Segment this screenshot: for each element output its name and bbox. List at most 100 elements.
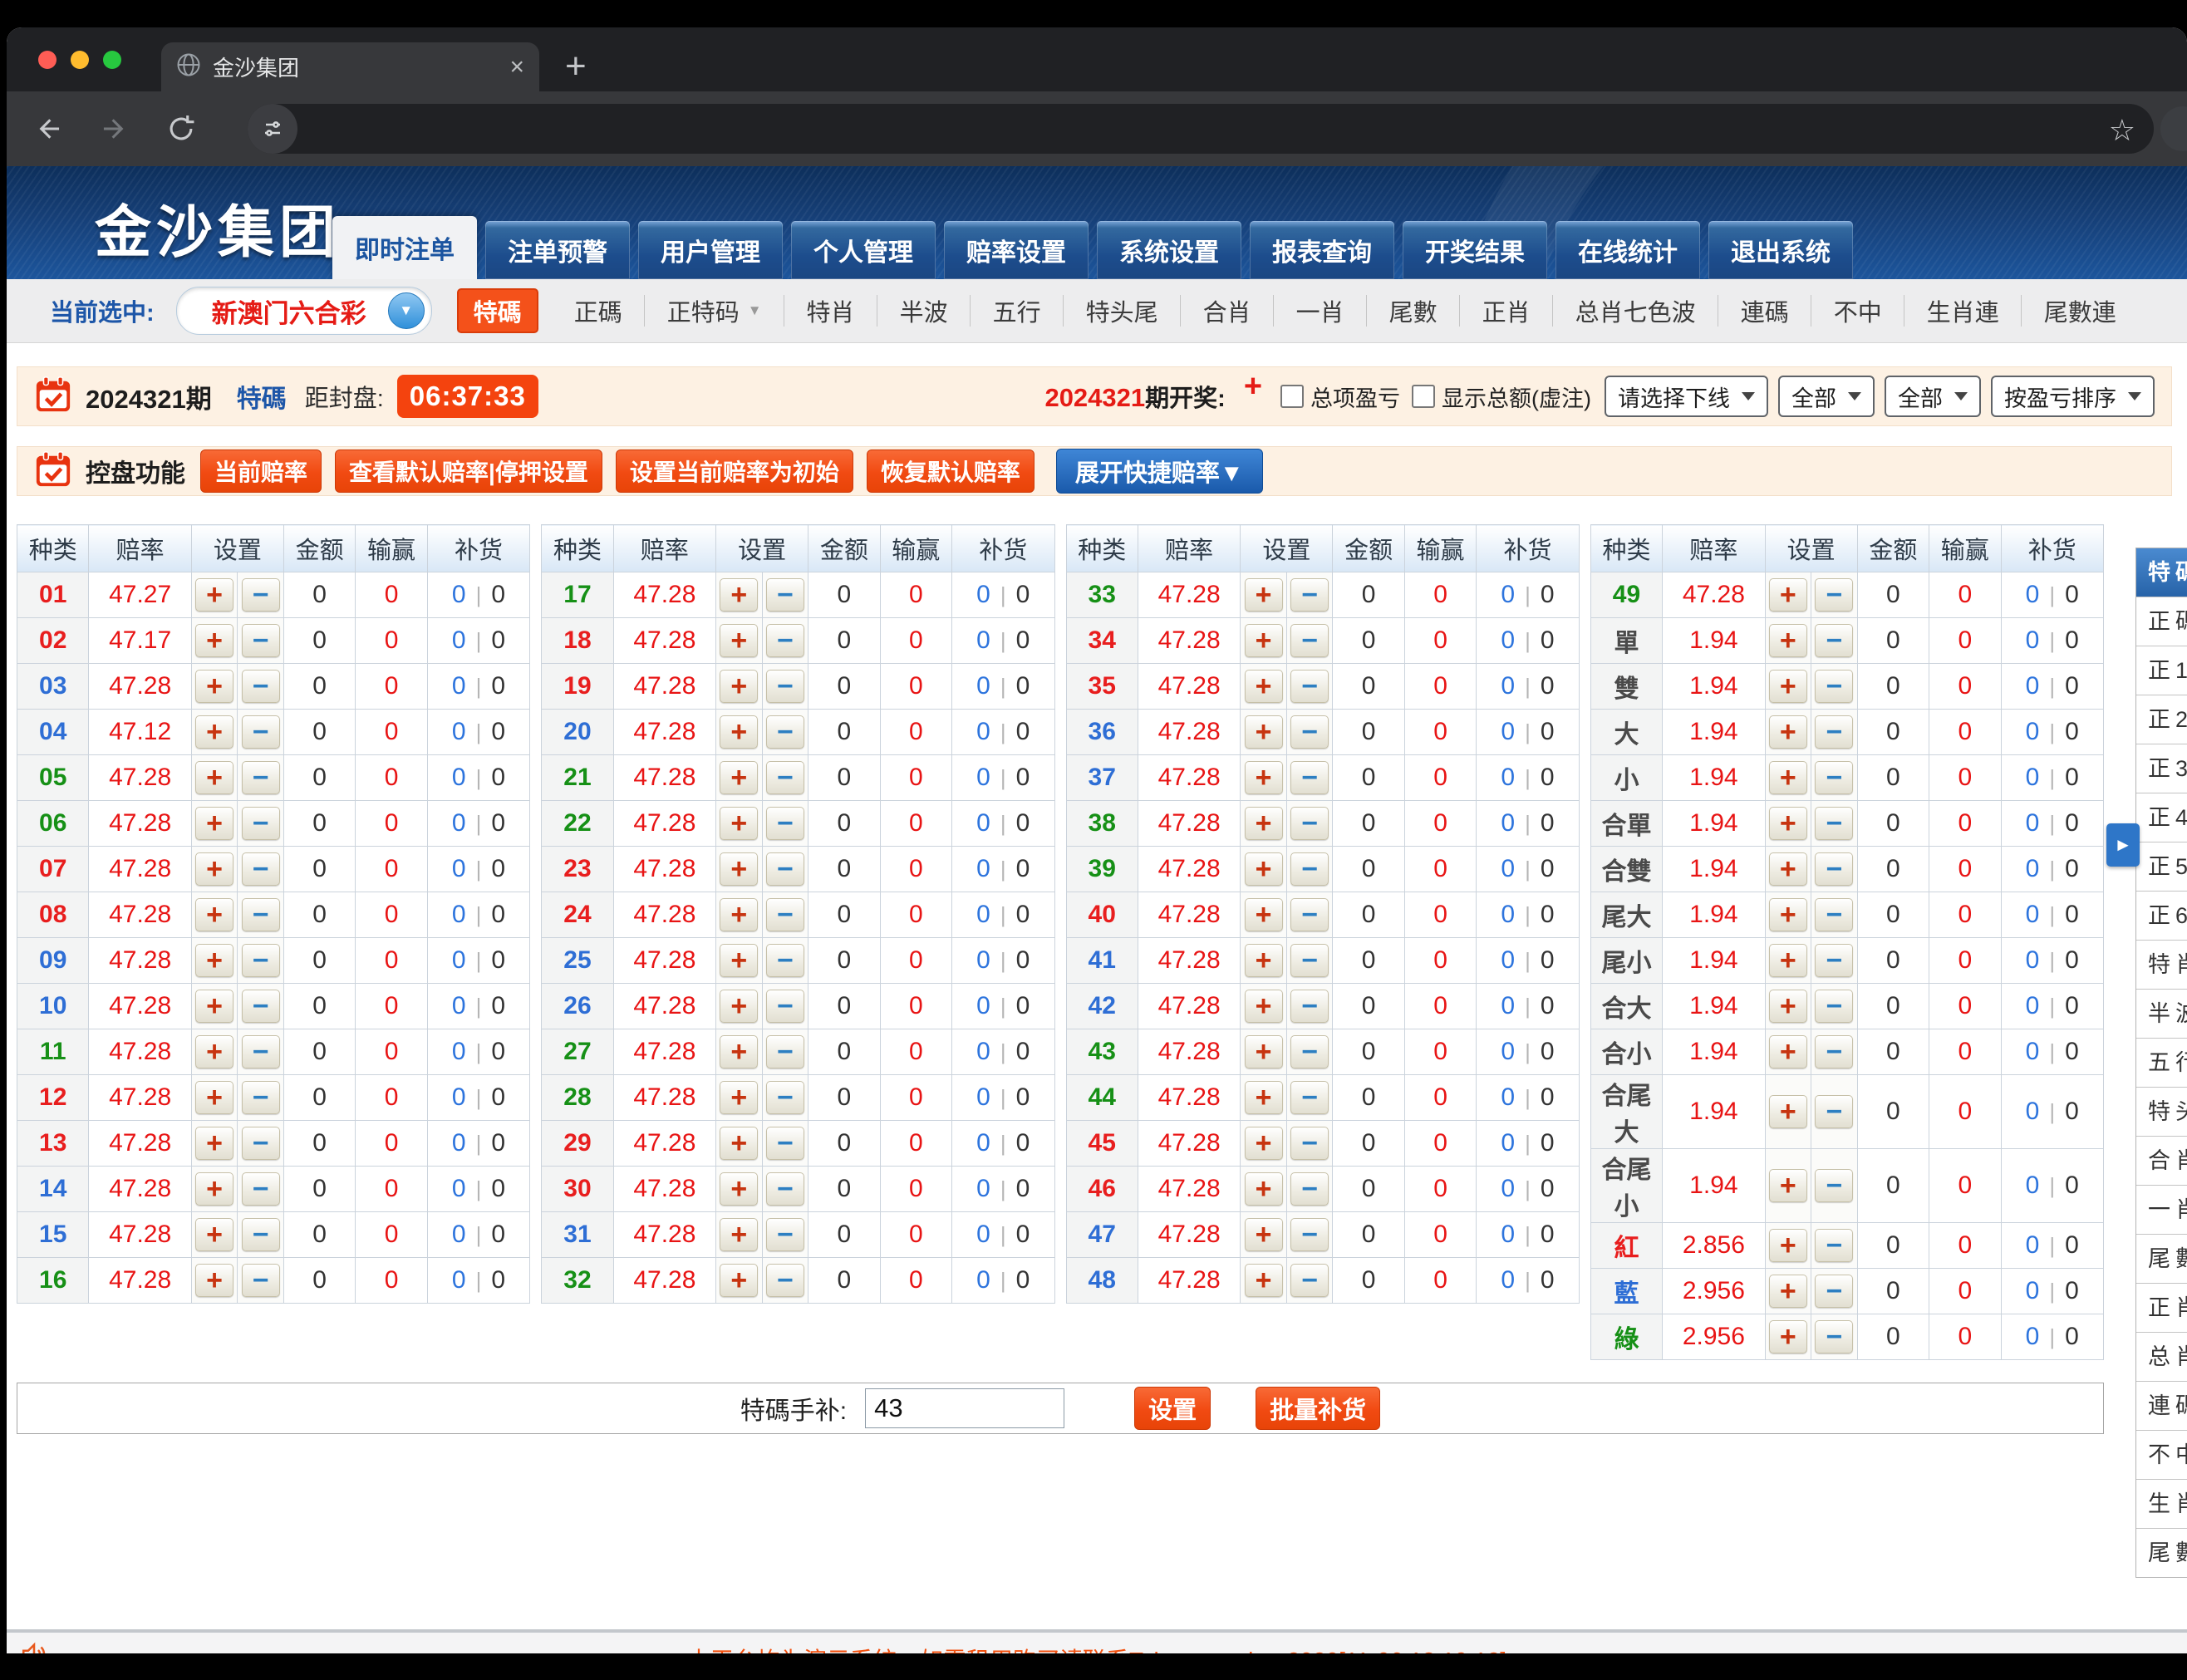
increase-odds-button[interactable]: + (1245, 624, 1283, 657)
decrease-odds-button[interactable]: − (1815, 715, 1853, 749)
decrease-odds-button[interactable]: − (1815, 807, 1853, 840)
decrease-odds-button[interactable]: − (242, 852, 280, 886)
increase-odds-button[interactable]: + (720, 1218, 758, 1251)
decrease-odds-button[interactable]: − (1290, 898, 1329, 931)
sidebar-item-18[interactable]: 不中 (2136, 1431, 2187, 1480)
maximize-window-button[interactable] (103, 51, 121, 69)
back-icon[interactable] (30, 111, 66, 147)
increase-odds-button[interactable]: + (195, 990, 233, 1023)
decrease-odds-button[interactable]: − (1290, 1127, 1329, 1160)
decrease-odds-button[interactable]: − (242, 761, 280, 794)
increase-odds-button[interactable]: + (1769, 715, 1807, 749)
sidebar-item-20[interactable]: 尾數連 (2136, 1529, 2187, 1577)
decrease-odds-button[interactable]: − (1815, 578, 1853, 612)
decrease-odds-button[interactable]: − (766, 670, 804, 703)
increase-odds-button[interactable]: + (720, 1127, 758, 1160)
game-tab-14[interactable]: 生肖連 (1904, 279, 2022, 342)
increase-odds-button[interactable]: + (1245, 1127, 1283, 1160)
decrease-odds-button[interactable]: − (1290, 1218, 1329, 1251)
increase-odds-button[interactable]: + (1245, 898, 1283, 931)
increase-odds-button[interactable]: + (1769, 1275, 1807, 1308)
increase-odds-button[interactable]: + (1769, 1095, 1807, 1128)
filter-select-0[interactable]: 请选择下线 (1605, 376, 1768, 417)
increase-odds-button[interactable]: + (195, 1081, 233, 1114)
game-tab-7[interactable]: 合肖 (1181, 279, 1274, 342)
increase-odds-button[interactable]: + (195, 1218, 233, 1251)
game-tab-15[interactable]: 尾數連 (2022, 279, 2139, 342)
nav-tab-7[interactable]: 开奖结果 (1403, 221, 1547, 279)
decrease-odds-button[interactable]: − (1815, 1035, 1853, 1068)
decrease-odds-button[interactable]: − (1815, 944, 1853, 977)
decrease-odds-button[interactable]: − (242, 1264, 280, 1297)
control-button-0[interactable]: 当前赔率 (200, 449, 322, 493)
increase-odds-button[interactable]: + (720, 1264, 758, 1297)
increase-odds-button[interactable]: + (720, 624, 758, 657)
game-tab-2[interactable]: 正特码▼ (645, 279, 784, 342)
increase-odds-button[interactable]: + (195, 944, 233, 977)
increase-odds-button[interactable]: + (195, 1172, 233, 1206)
game-tab-9[interactable]: 尾數 (1367, 279, 1460, 342)
increase-odds-button[interactable]: + (1769, 990, 1807, 1023)
set-button[interactable]: 设置 (1134, 1387, 1211, 1430)
increase-odds-button[interactable]: + (720, 898, 758, 931)
sidebar-item-14[interactable]: 尾數 (2136, 1235, 2187, 1284)
forward-icon[interactable] (96, 111, 133, 147)
increase-odds-button[interactable]: + (720, 1081, 758, 1114)
sidebar-item-15[interactable]: 正肖 (2136, 1284, 2187, 1333)
increase-odds-button[interactable]: + (1245, 1081, 1283, 1114)
decrease-odds-button[interactable]: − (1815, 898, 1853, 931)
game-tab-13[interactable]: 不中 (1811, 279, 1904, 342)
sidebar-item-13[interactable]: 一肖 (2136, 1186, 2187, 1235)
nav-tab-9[interactable]: 退出系统 (1708, 221, 1853, 279)
decrease-odds-button[interactable]: − (766, 990, 804, 1023)
control-button-2[interactable]: 设置当前赔率为初始 (616, 449, 853, 493)
nav-tab-3[interactable]: 个人管理 (791, 221, 936, 279)
decrease-odds-button[interactable]: − (242, 1081, 280, 1114)
nav-tab-2[interactable]: 用户管理 (638, 221, 783, 279)
increase-odds-button[interactable]: + (1245, 807, 1283, 840)
decrease-odds-button[interactable]: − (766, 761, 804, 794)
increase-odds-button[interactable]: + (720, 990, 758, 1023)
sidebar-item-2[interactable]: 正1特 (2136, 646, 2187, 695)
decrease-odds-button[interactable]: − (1815, 761, 1853, 794)
nav-tab-5[interactable]: 系统设置 (1097, 221, 1241, 279)
decrease-odds-button[interactable]: − (242, 578, 280, 612)
nav-tab-8[interactable]: 在线统计 (1555, 221, 1700, 279)
sidebar-item-10[interactable]: 五行 (2136, 1039, 2187, 1088)
increase-odds-button[interactable]: + (1245, 1035, 1283, 1068)
decrease-odds-button[interactable]: − (1290, 1081, 1329, 1114)
increase-odds-button[interactable]: + (195, 1035, 233, 1068)
decrease-odds-button[interactable]: − (242, 990, 280, 1023)
increase-odds-button[interactable]: + (1769, 898, 1807, 931)
decrease-odds-button[interactable]: − (766, 624, 804, 657)
reload-icon[interactable] (163, 111, 199, 147)
decrease-odds-button[interactable]: − (242, 1127, 280, 1160)
decrease-odds-button[interactable]: − (1290, 944, 1329, 977)
increase-odds-button[interactable]: + (1245, 715, 1283, 749)
decrease-odds-button[interactable]: − (1815, 624, 1853, 657)
filter-select-1[interactable]: 全部 (1778, 376, 1875, 417)
filter-select-2[interactable]: 全部 (1885, 376, 1981, 417)
increase-odds-button[interactable]: + (720, 852, 758, 886)
increase-odds-button[interactable]: + (720, 807, 758, 840)
nav-tab-4[interactable]: 赔率设置 (944, 221, 1089, 279)
increase-odds-button[interactable]: + (1769, 1320, 1807, 1353)
quick-odds-button[interactable]: 展开快捷赔率▼ (1056, 449, 1263, 494)
decrease-odds-button[interactable]: − (766, 578, 804, 612)
sidebar-item-0[interactable]: 特碼 (2136, 548, 2187, 597)
increase-odds-button[interactable]: + (1769, 1035, 1807, 1068)
increase-odds-button[interactable]: + (720, 1035, 758, 1068)
game-tab-8[interactable]: 一肖 (1274, 279, 1367, 342)
decrease-odds-button[interactable]: − (766, 1172, 804, 1206)
game-tab-5[interactable]: 五行 (971, 279, 1064, 342)
increase-odds-button[interactable]: + (195, 578, 233, 612)
add-icon[interactable]: + (1244, 369, 1262, 405)
sidebar-item-4[interactable]: 正3特 (2136, 744, 2187, 793)
game-tab-4[interactable]: 半波 (877, 279, 971, 342)
increase-odds-button[interactable]: + (1769, 761, 1807, 794)
increase-odds-button[interactable]: + (1769, 624, 1807, 657)
decrease-odds-button[interactable]: − (1290, 761, 1329, 794)
increase-odds-button[interactable]: + (1245, 990, 1283, 1023)
increase-odds-button[interactable]: + (195, 670, 233, 703)
decrease-odds-button[interactable]: − (1815, 1275, 1853, 1308)
